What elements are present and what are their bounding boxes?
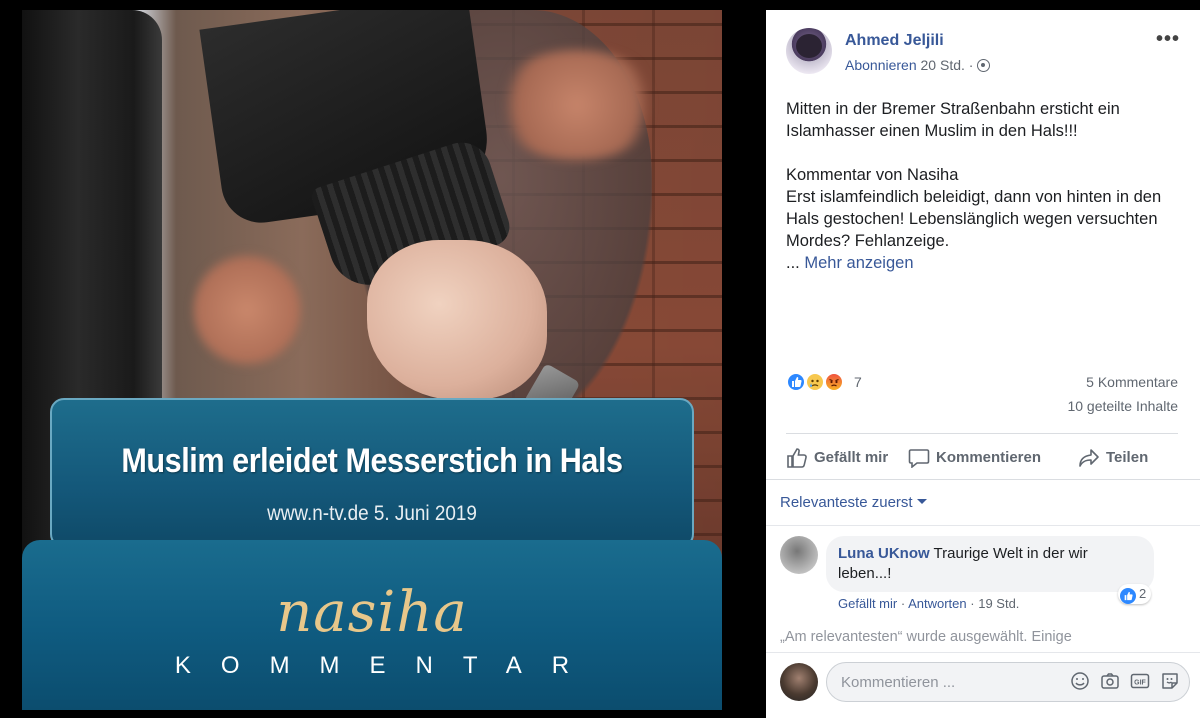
sad-reaction-icon <box>804 372 825 392</box>
comment-item: Luna UKnow Traurige Welt in der wir lebe… <box>780 536 1190 616</box>
author-name[interactable]: Ahmed Jeljili <box>845 32 944 50</box>
emoji-icon[interactable] <box>1070 671 1090 691</box>
divider <box>766 525 1200 526</box>
commenter-avatar[interactable] <box>780 536 818 574</box>
reaction-icons[interactable] <box>786 372 844 394</box>
comment-label: Kommentieren <box>936 449 1042 466</box>
banner-title: Muslim erleidet Messerstich in Hals <box>121 442 623 480</box>
post-actions: Gefällt mir Kommentieren Teilen <box>786 440 1178 476</box>
comment-like-link[interactable]: Gefällt mir <box>838 596 897 611</box>
post-panel: Ahmed Jeljili Abonnieren 20 Std. · ••• M… <box>766 10 1200 718</box>
comment-composer: GIF <box>780 660 1190 704</box>
share-button[interactable]: Teilen <box>1078 445 1148 471</box>
fist <box>367 240 547 400</box>
reaction-count[interactable]: 7 <box>854 374 862 390</box>
comment-button[interactable]: Kommentieren <box>908 445 1041 471</box>
svg-text:GIF: GIF <box>1134 680 1146 687</box>
shares-count[interactable]: 10 geteilte Inhalte <box>1067 398 1178 414</box>
comment-time[interactable]: 19 Std. <box>978 596 1019 611</box>
post-body: Mitten in der Bremer Straßenbahn erstich… <box>786 100 1162 250</box>
post-meta: Abonnieren 20 Std. · <box>845 57 991 73</box>
relevance-notice: „Am relevantesten“ wurde ausgewählt. Ein… <box>780 629 1072 645</box>
banner-source: www.n-tv.de 5. Juni 2019 <box>267 502 477 525</box>
comment-reply-link[interactable]: Antworten <box>908 596 967 611</box>
post-photo[interactable]: Muslim erleidet Messerstich in Hals www.… <box>22 10 722 710</box>
author-avatar[interactable] <box>786 28 832 74</box>
divider <box>766 652 1200 653</box>
thumbs-up-icon <box>786 448 808 468</box>
brand-logo: nasiha <box>276 580 468 645</box>
comment-sort-dropdown[interactable]: Relevanteste zuerst <box>780 494 927 511</box>
sort-label: Relevanteste zuerst <box>780 494 913 511</box>
like-label: Gefällt mir <box>814 449 889 466</box>
comment-reaction-badge[interactable]: 2 <box>1118 584 1152 604</box>
dot-separator: · <box>900 596 909 611</box>
brand-banner: nasiha KOMMENTAR <box>22 540 722 710</box>
blurred-hand-right <box>492 50 662 160</box>
like-reaction-icon <box>1120 588 1136 604</box>
like-reaction-icon <box>786 372 806 392</box>
sticker-icon[interactable] <box>1160 671 1180 691</box>
comment-reaction-count: 2 <box>1139 586 1147 601</box>
comments-count[interactable]: 5 Kommentare <box>1086 374 1178 390</box>
commenter-name[interactable]: Luna UKnow <box>838 545 930 562</box>
caret-down-icon <box>916 499 927 504</box>
post-header: Ahmed Jeljili Abonnieren 20 Std. · ••• <box>786 28 1186 78</box>
angry-reaction-icon <box>823 372 844 392</box>
reactions-bar: 7 5 Kommentare 10 geteilte Inhalte <box>786 370 1178 430</box>
post-text: Mitten in der Bremer Straßenbahn erstich… <box>786 98 1186 274</box>
speech-bubble-icon <box>908 448 930 469</box>
gif-icon[interactable]: GIF <box>1130 671 1150 691</box>
meta-separator-dot: · <box>968 57 978 73</box>
current-user-avatar <box>780 663 818 701</box>
comment-bubble: Luna UKnow Traurige Welt in der wir lebe… <box>826 536 1154 592</box>
brand-subtitle: KOMMENTAR <box>174 652 600 679</box>
ellipsis: ... <box>786 254 805 272</box>
see-more-link[interactable]: Mehr anzeigen <box>804 254 913 272</box>
share-label: Teilen <box>1106 449 1149 466</box>
like-button[interactable]: Gefällt mir <box>786 445 888 471</box>
more-options-icon[interactable]: ••• <box>1156 28 1180 51</box>
globe-icon <box>977 59 991 72</box>
blurred-hand-left <box>192 250 302 370</box>
divider <box>766 479 1200 480</box>
camera-icon[interactable] <box>1100 671 1120 691</box>
headline-banner: Muslim erleidet Messerstich in Hals www.… <box>50 398 694 548</box>
comment-actions: Gefällt mir · Antworten · 19 Std. <box>838 596 1019 611</box>
divider <box>786 433 1178 434</box>
viewer: Muslim erleidet Messerstich in Hals www.… <box>0 0 1200 718</box>
post-time[interactable]: 20 Std. <box>921 57 965 73</box>
share-arrow-icon <box>1078 448 1100 468</box>
composer-icons: GIF <box>1060 671 1180 693</box>
follow-link[interactable]: Abonnieren <box>845 57 917 73</box>
